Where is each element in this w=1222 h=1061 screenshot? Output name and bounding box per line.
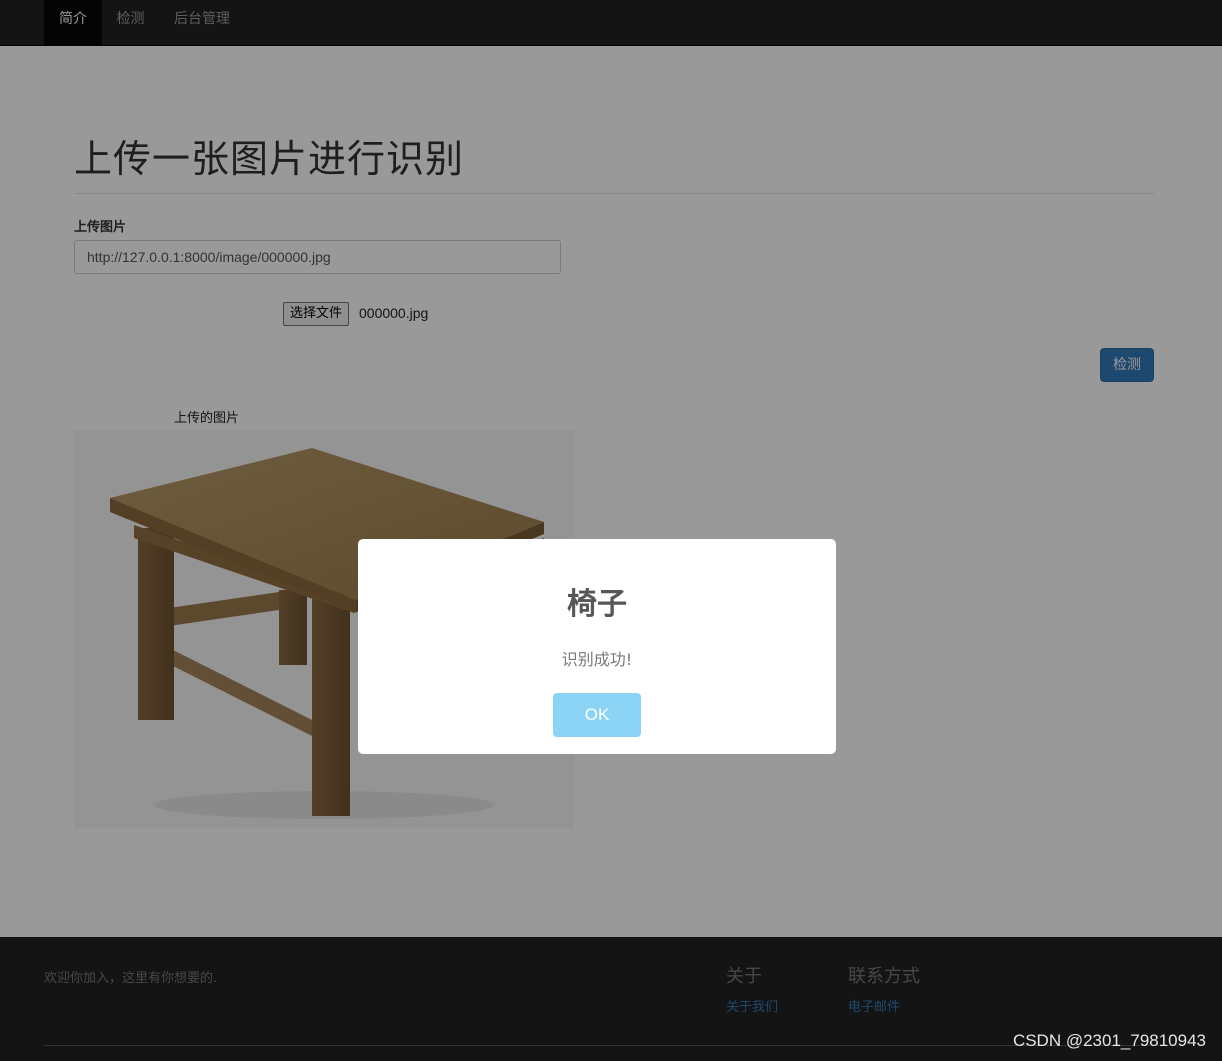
dialog-message: 识别成功!: [561, 650, 633, 669]
ok-button[interactable]: OK: [553, 693, 641, 737]
csdn-watermark: CSDN @2301_79810943: [1012, 1031, 1206, 1050]
modal-backdrop[interactable]: [0, 0, 1222, 1061]
result-dialog: 椅子 识别成功! OK: [358, 539, 836, 754]
dialog-title: 椅子: [567, 587, 627, 622]
